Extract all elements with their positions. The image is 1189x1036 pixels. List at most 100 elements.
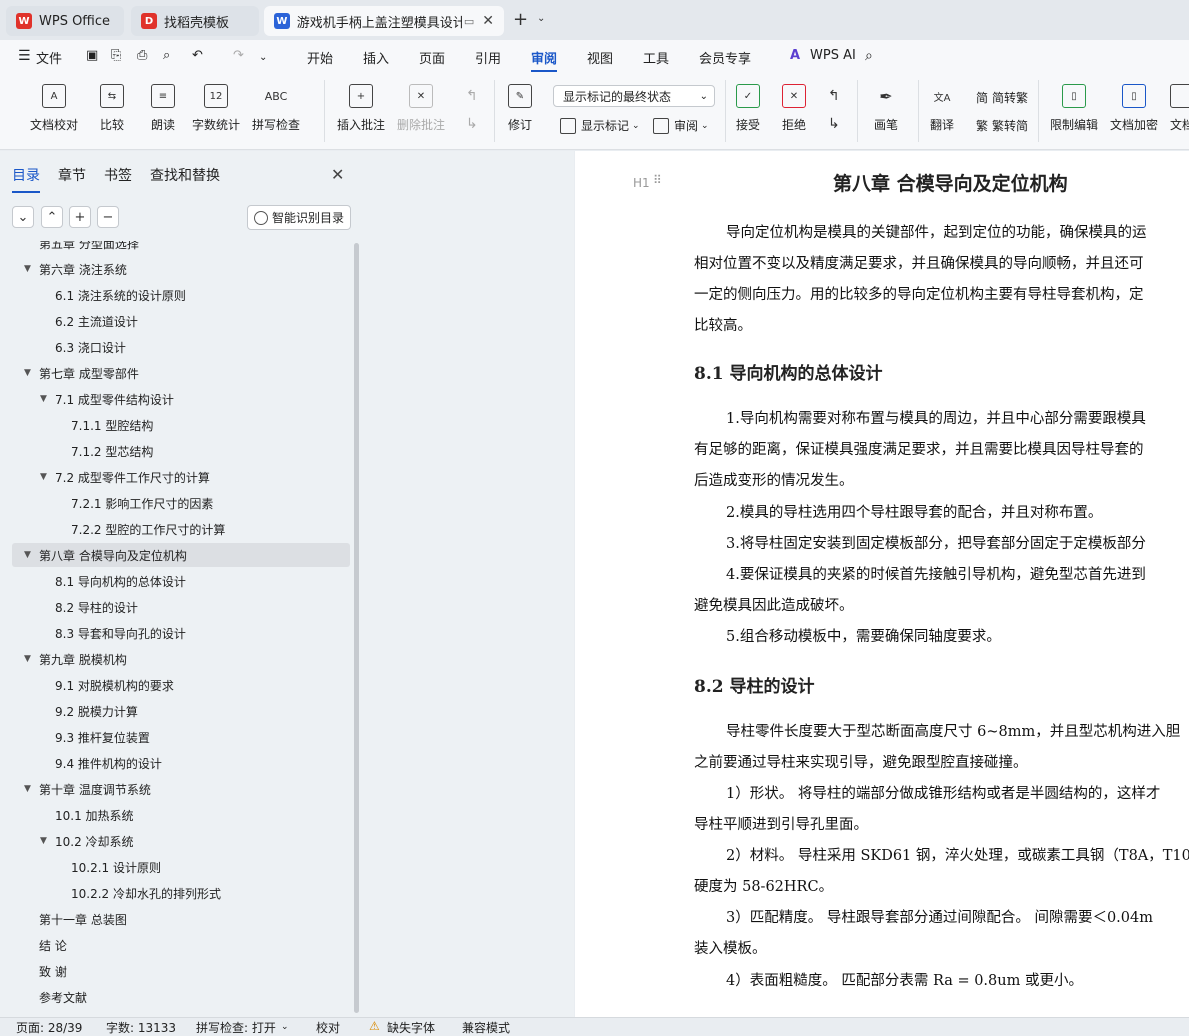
tab-docer-templates[interactable]: D 找稻壳模板: [131, 6, 259, 36]
expand-up-button[interactable]: ⌃: [41, 206, 63, 228]
tab-sections[interactable]: 章节: [58, 165, 86, 193]
expand-toggle-icon[interactable]: ▼: [40, 394, 47, 404]
toc-item[interactable]: 10.2.2 冷却水孔的排列形式: [0, 881, 350, 905]
next-change-icon[interactable]: ↳: [828, 116, 840, 132]
simp-to-trad-button[interactable]: 简简转繁: [976, 89, 1028, 106]
drag-handle-icon[interactable]: ⠿: [653, 173, 662, 187]
toc-item[interactable]: 9.1 对脱模机构的要求: [0, 673, 350, 697]
expand-toggle-icon[interactable]: ▼: [24, 784, 31, 794]
menu-wps-ai[interactable]: WPS AI: [810, 48, 856, 63]
print-icon[interactable]: ⎙: [137, 48, 147, 63]
toc-item[interactable]: 10.2.1 设计原则: [0, 855, 350, 879]
toc-item[interactable]: ▼ 第十章 温度调节系统: [0, 777, 350, 801]
accept-button[interactable]: ✓ 接受: [736, 84, 760, 133]
undo-icon[interactable]: ↶: [192, 48, 203, 63]
tab-document[interactable]: W 游戏机手柄上盖注塑模具设计- ▭ ✕: [264, 6, 504, 36]
tab-bookmarks[interactable]: 书签: [104, 165, 132, 193]
smart-toc-button[interactable]: 智能识别目录: [247, 205, 351, 230]
toc-item[interactable]: 9.2 脱模力计算: [0, 699, 350, 723]
toc-item[interactable]: ▼ 第九章 脱模机构: [0, 647, 350, 671]
expand-toggle-icon[interactable]: ▼: [40, 472, 47, 482]
toc-item[interactable]: ▼ 7.2 成型零件工作尺寸的计算: [0, 465, 350, 489]
new-tab-icon[interactable]: +: [513, 9, 528, 30]
print-preview-icon[interactable]: ⌕: [163, 48, 170, 63]
toc-item[interactable]: ▼ 第六章 浇注系统: [0, 257, 350, 281]
toc-item[interactable]: 10.1 加热系统: [0, 803, 350, 827]
chevron-down-icon[interactable]: ⌄: [259, 52, 267, 63]
toc-item[interactable]: 9.4 推件机构的设计: [0, 751, 350, 775]
menu-member[interactable]: 会员专享: [699, 48, 751, 67]
spell-check-toggle[interactable]: 拼写检查: 打开: [196, 1019, 276, 1036]
doc-proofread-button[interactable]: A 文档校对: [30, 84, 78, 133]
toc-item[interactable]: 7.1.1 型腔结构: [0, 413, 350, 437]
menu-view[interactable]: 视图: [587, 48, 613, 67]
close-icon[interactable]: ✕: [331, 165, 344, 184]
toc-item[interactable]: 6.3 浇口设计: [0, 335, 350, 359]
toc-item[interactable]: 第十一章 总装图: [0, 907, 350, 931]
insert-comment-button[interactable]: + 插入批注: [337, 84, 385, 133]
toc-item[interactable]: ▼ 7.1 成型零件结构设计: [0, 387, 350, 411]
save-icon[interactable]: ▣: [86, 48, 98, 63]
pen-button[interactable]: ✒ 画笔: [874, 84, 898, 133]
toc-item[interactable]: 结 论: [0, 933, 350, 957]
expand-toggle-icon[interactable]: ▼: [24, 368, 31, 378]
compare-button[interactable]: ⇆ 比较: [100, 84, 124, 133]
expand-toggle-icon[interactable]: ▼: [40, 836, 47, 846]
toc-item[interactable]: 8.2 导柱的设计: [0, 595, 350, 619]
next-comment-icon[interactable]: ↳: [466, 116, 478, 132]
redo-icon[interactable]: ↷: [233, 48, 244, 63]
toc-item[interactable]: ▼ 10.2 冷却系统: [0, 829, 350, 853]
review-pane-button[interactable]: 审阅 ⌄: [653, 117, 709, 134]
menu-home[interactable]: 开始: [307, 48, 333, 67]
toc-item[interactable]: 致 谢: [0, 959, 350, 983]
doc-button[interactable]: 文档: [1170, 84, 1189, 133]
document-page[interactable]: H1 ⠿ 第八章 合模导向及定位机构 导向定位机构是模具的关键部件，起到定位的功…: [575, 151, 1189, 1017]
toc-scrollbar[interactable]: [354, 243, 359, 1013]
spell-check-button[interactable]: ABC 拼写检查: [252, 84, 300, 133]
expand-toggle-icon[interactable]: ▼: [24, 264, 31, 274]
menu-references[interactable]: 引用: [475, 48, 501, 67]
markup-mode-select[interactable]: 显示标记的最终状态 ⌄: [553, 85, 715, 107]
menu-review[interactable]: 审阅: [531, 48, 558, 72]
delete-comment-button[interactable]: ✕ 删除批注: [397, 84, 445, 133]
toc-item[interactable]: 9.3 推杆复位装置: [0, 725, 350, 749]
restrict-editing-button[interactable]: ▯ 限制编辑: [1050, 84, 1098, 133]
toc-item[interactable]: 8.1 导向机构的总体设计: [0, 569, 350, 593]
missing-font-status[interactable]: 缺失字体: [387, 1019, 435, 1036]
tab-toc[interactable]: 目录: [12, 165, 40, 193]
add-heading-button[interactable]: +: [69, 206, 91, 228]
chevron-down-icon[interactable]: ⌄: [537, 13, 545, 24]
toc-item[interactable]: 7.1.2 型芯结构: [0, 439, 350, 463]
word-count-button[interactable]: 12 字数统计: [192, 84, 240, 133]
menu-tools[interactable]: 工具: [643, 48, 669, 67]
collapse-down-button[interactable]: ⌄: [12, 206, 34, 228]
menu-page[interactable]: 页面: [419, 48, 445, 67]
track-changes-button[interactable]: ✎ 修订: [508, 84, 532, 133]
toc-item[interactable]: 第五章 分型面选择: [0, 241, 350, 255]
hamburger-icon[interactable]: ☰: [18, 48, 31, 64]
prev-change-icon[interactable]: ↰: [828, 88, 840, 104]
toc-item[interactable]: 7.2.2 型腔的工作尺寸的计算: [0, 517, 350, 541]
page-indicator[interactable]: 页面: 28/39: [16, 1019, 82, 1036]
toc-item[interactable]: 7.2.1 影响工作尺寸的因素: [0, 491, 350, 515]
export-icon[interactable]: ⎘: [111, 48, 121, 63]
tab-wps-office[interactable]: W WPS Office: [6, 6, 124, 36]
show-markup-button[interactable]: 显示标记 ⌄: [560, 117, 640, 134]
proof-status[interactable]: 校对: [316, 1019, 340, 1036]
expand-toggle-icon[interactable]: ▼: [24, 654, 31, 664]
remove-heading-button[interactable]: −: [97, 206, 119, 228]
menu-file[interactable]: 文件: [36, 48, 62, 67]
toc-item[interactable]: ▼ 第七章 成型零部件: [0, 361, 350, 385]
trad-to-simp-button[interactable]: 繁繁转简: [976, 117, 1028, 134]
word-count-indicator[interactable]: 字数: 13133: [106, 1019, 176, 1036]
menu-insert[interactable]: 插入: [363, 48, 389, 67]
expand-toggle-icon[interactable]: ▼: [24, 550, 31, 560]
toc-item[interactable]: 6.2 主流道设计: [0, 309, 350, 333]
read-aloud-button[interactable]: ≡ 朗读: [151, 84, 175, 133]
translate-button[interactable]: 文A 翻译: [930, 84, 954, 133]
toc-item[interactable]: 8.3 导套和导向孔的设计: [0, 621, 350, 645]
toc-item[interactable]: 6.1 浇注系统的设计原则: [0, 283, 350, 307]
toc-item[interactable]: ▼ 第八章 合模导向及定位机构: [12, 543, 350, 567]
close-tab-icon[interactable]: ✕: [482, 13, 494, 29]
tab-find-replace[interactable]: 查找和替换: [150, 165, 220, 193]
